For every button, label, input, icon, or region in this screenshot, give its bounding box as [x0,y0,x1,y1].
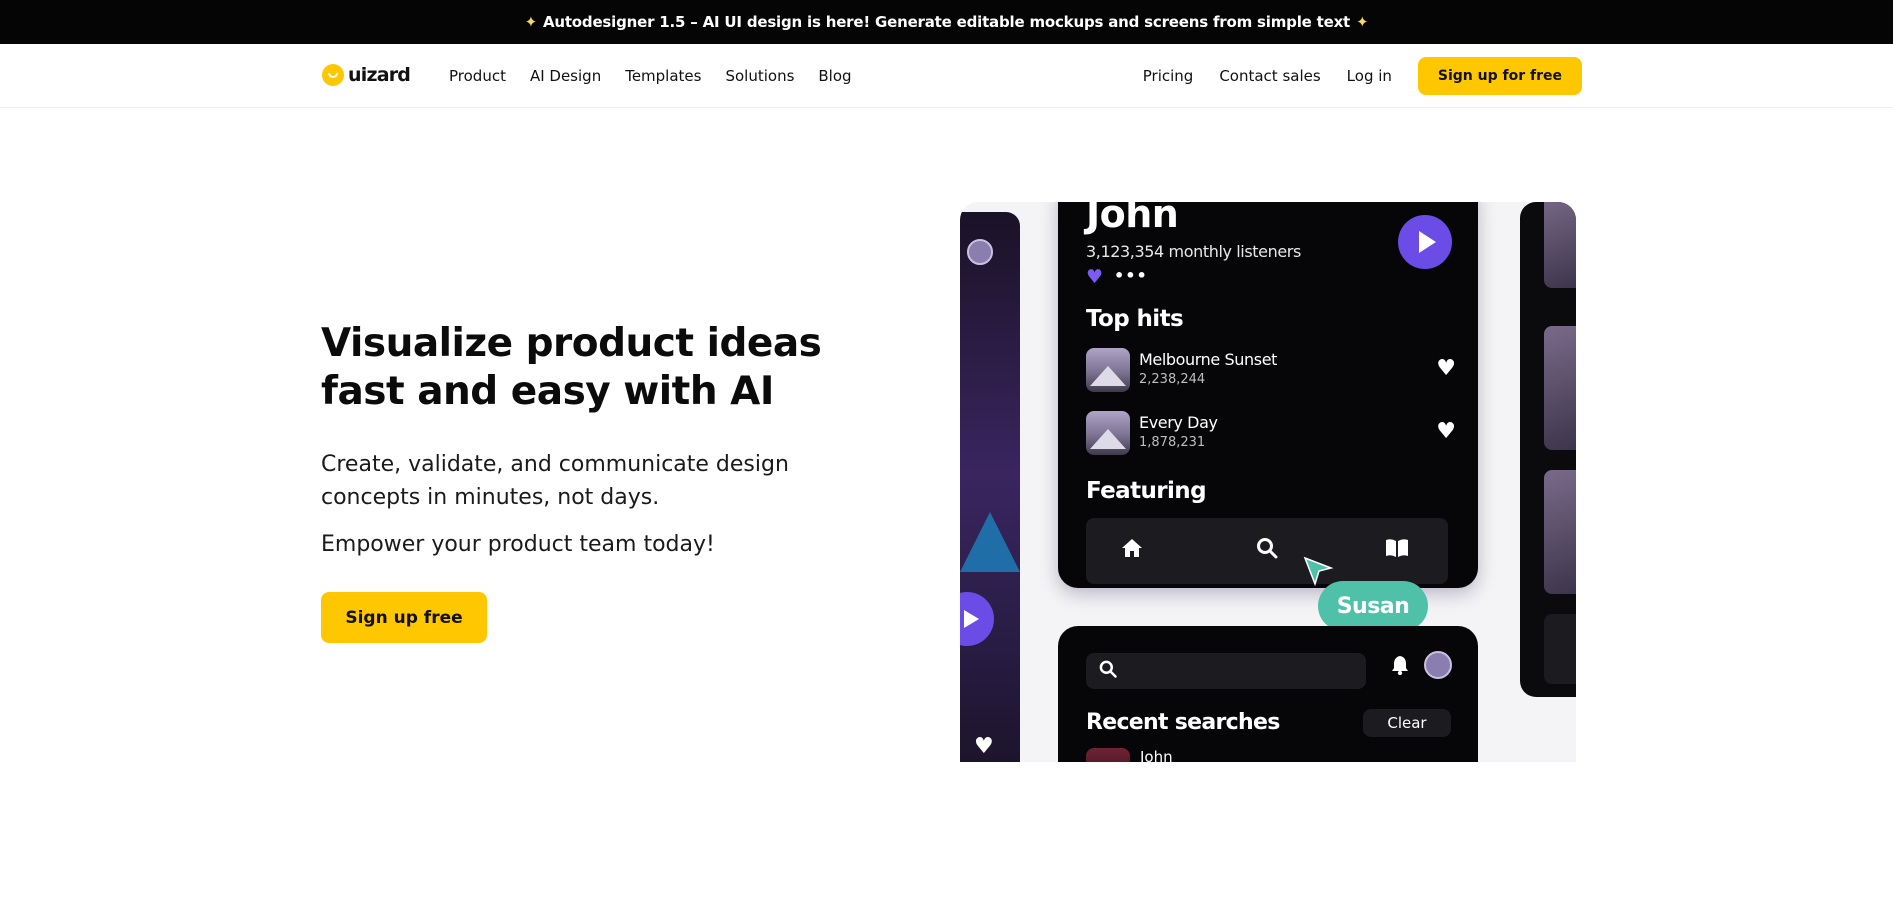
nav-link-product[interactable]: Product [449,67,506,85]
collaborator-cursor-label: Susan [1318,581,1428,631]
clear-button: Clear [1363,709,1451,737]
announcement-banner[interactable]: ✦ Autodesigner 1.5 – AI UI design is her… [0,0,1893,44]
thumbnail [1544,614,1576,684]
avatar [967,239,993,265]
hero-title: Visualize product ideas fast and easy wi… [321,321,822,414]
more-icon: ••• [1114,266,1148,285]
magic-wand-icon: ✦ [1356,13,1369,31]
track-thumbnail [1086,411,1130,455]
heart-icon: ♥ [974,734,994,759]
track-title: Melbourne Sunset [1139,350,1278,369]
artist-screen-card: John 3,123,354 monthly listeners ♥ ••• T… [1058,202,1478,588]
home-icon [1122,539,1142,557]
nav-link-contact-sales[interactable]: Contact sales [1219,67,1320,85]
heart-icon: ♥ [1436,419,1456,444]
bell-icon [1392,656,1408,676]
hero-subtitle: Create, validate, and communicate design… [321,452,789,510]
search-icon [1099,660,1117,678]
recent-thumbnail [1086,748,1130,762]
list-item: Melbourne Sunset 2,238,244 ♥ [1086,348,1456,392]
nav-link-solutions[interactable]: Solutions [725,67,794,85]
logo[interactable]: uizard [322,64,411,86]
hero-sign-up-button[interactable]: Sign up free [321,592,487,643]
mountain-shape [960,512,1020,572]
nav-link-blog[interactable]: Blog [818,67,851,85]
tab-bar [1086,518,1448,584]
uizard-logo-icon [322,64,344,86]
nav-link-ai-design[interactable]: AI Design [530,67,601,85]
sign-up-button[interactable]: Sign up for free [1417,57,1582,95]
recent-searches-heading: Recent searches [1086,710,1280,735]
side-screen-right [1520,202,1576,697]
top-hits-heading: Top hits [1086,306,1184,332]
top-navigation: uizard Product AI Design Templates Solut… [0,44,1893,108]
track-thumbnail [1086,348,1130,392]
play-icon [1398,215,1452,269]
track-count: 2,238,244 [1139,372,1206,387]
track-title: Every Day [1139,413,1218,432]
nav-link-log-in[interactable]: Log in [1347,67,1392,85]
magic-wand-icon: ✦ [524,13,538,31]
thumbnail [1544,202,1576,288]
side-screen-left: ♥ [960,212,1020,762]
heart-icon: ♥ [1086,266,1104,288]
track-count: 1,878,231 [1139,435,1206,450]
search-bar [1086,653,1366,689]
search-screen-card: Recent searches Clear John [1058,626,1478,762]
recent-item: John [1140,748,1173,762]
search-icon [1257,538,1278,559]
announcement-text[interactable]: Autodesigner 1.5 – AI UI design is here!… [543,13,1350,31]
nav-link-templates[interactable]: Templates [625,67,701,85]
list-item: Every Day 1,878,231 ♥ [1086,411,1456,455]
thumbnail [1544,470,1576,594]
play-icon [960,592,994,646]
avatar [1424,651,1452,679]
logo-text: uizard [348,64,411,86]
primary-nav: Product AI Design Templates Solutions Bl… [449,44,852,108]
heart-icon: ♥ [1436,356,1456,381]
monthly-listeners: 3,123,354 monthly listeners [1086,242,1301,261]
hero-subtitle-secondary: Empower your product team today! [321,532,715,557]
nav-link-pricing[interactable]: Pricing [1143,67,1194,85]
secondary-nav: Pricing Contact sales Log in Sign up for… [1143,44,1582,108]
artist-name: John [1086,202,1179,236]
thumbnail [1544,326,1576,450]
book-icon [1386,539,1408,557]
product-showcase-image: ♥ John 3,123,354 monthly listeners ♥ •••… [960,202,1576,762]
cursor-arrow-icon [1303,556,1334,587]
featuring-heading: Featuring [1086,478,1207,504]
